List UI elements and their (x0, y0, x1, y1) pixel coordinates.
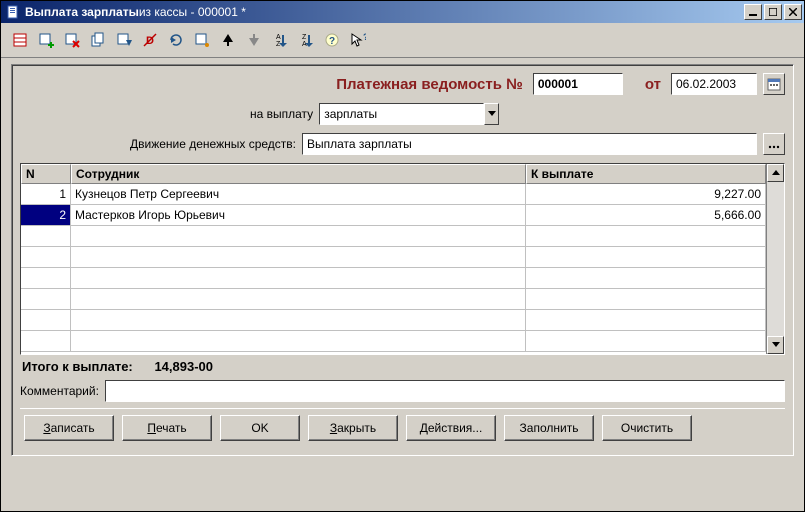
cell-amount: 5,666.00 (526, 205, 766, 226)
cell-employee (71, 331, 526, 352)
cell-n (21, 268, 71, 289)
svg-text:?: ? (363, 32, 366, 42)
close-button[interactable] (784, 4, 802, 20)
fill-button[interactable]: Заполнить (504, 415, 594, 441)
maximize-button[interactable] (764, 4, 782, 20)
print-button[interactable]: Печать (122, 415, 212, 441)
cash-movement-input[interactable] (302, 133, 757, 155)
cell-n: 1 (21, 184, 71, 205)
total-label: Итого к выплате: (22, 359, 133, 374)
cell-employee (71, 268, 526, 289)
svg-text:A: A (276, 34, 281, 41)
help-icon[interactable]: ? (321, 29, 343, 51)
comment-input[interactable] (105, 380, 785, 402)
table-row[interactable] (21, 226, 766, 247)
grid-add-icon[interactable] (35, 29, 57, 51)
clear-button[interactable]: Очистить (602, 415, 692, 441)
cell-n (21, 310, 71, 331)
arrow-up-icon[interactable] (217, 29, 239, 51)
window: Выплата зарплаты из кассы - 000001 * DAZ… (0, 0, 805, 512)
save-button[interactable]: Записать (24, 415, 114, 441)
cell-n (21, 247, 71, 268)
cell-n (21, 331, 71, 352)
table-row[interactable] (21, 289, 766, 310)
chevron-down-icon[interactable] (484, 103, 499, 125)
cell-amount (526, 289, 766, 310)
svg-text:Z: Z (302, 34, 307, 41)
cell-amount (526, 268, 766, 289)
scroll-track[interactable] (767, 182, 784, 336)
cell-employee (71, 310, 526, 331)
actions-button[interactable]: Действия... (406, 415, 496, 441)
cell-amount (526, 310, 766, 331)
mark-delete-icon[interactable]: D (139, 29, 161, 51)
grid-delete-icon[interactable] (61, 29, 83, 51)
svg-text:A: A (302, 41, 307, 48)
cell-n (21, 226, 71, 247)
calendar-button[interactable] (763, 73, 785, 95)
table-row[interactable] (21, 331, 766, 352)
cell-employee: Мастерков Игорь Юрьевич (71, 205, 526, 226)
grid-copy-icon[interactable] (87, 29, 109, 51)
grid-body[interactable]: 1Кузнецов Петр Сергеевич9,227.002Мастерк… (21, 184, 766, 354)
cell-employee: Кузнецов Петр Сергеевич (71, 184, 526, 205)
cell-amount (526, 331, 766, 352)
refresh-icon[interactable] (165, 29, 187, 51)
doc-title-label: Платежная ведомость № (336, 76, 523, 93)
cell-amount (526, 247, 766, 268)
arrow-down-icon[interactable] (243, 29, 265, 51)
grid-move-icon[interactable] (113, 29, 135, 51)
payment-for-label: на выплату (250, 107, 313, 121)
cell-amount (526, 226, 766, 247)
form-panel: Платежная ведомость № от на выплату Движ… (11, 64, 794, 456)
cell-n: 2 (21, 205, 71, 226)
close-form-button[interactable]: Закрыть (308, 415, 398, 441)
payment-type-combo[interactable] (319, 103, 499, 125)
cell-amount: 9,227.00 (526, 184, 766, 205)
svg-text:?: ? (329, 36, 335, 47)
window-title-bold: Выплата зарплаты (25, 5, 139, 19)
col-header-n[interactable]: N (21, 164, 71, 184)
cell-employee (71, 247, 526, 268)
scroll-down-button[interactable] (767, 336, 784, 354)
cell-n (21, 289, 71, 310)
total-value: 14,893-00 (154, 359, 213, 374)
window-title-rest: из кассы - 000001 * (139, 5, 246, 19)
scroll-up-button[interactable] (767, 164, 784, 182)
ellipsis-button[interactable] (763, 133, 785, 155)
minimize-button[interactable] (744, 4, 762, 20)
employee-grid: N Сотрудник К выплате 1Кузнецов Петр Сер… (20, 163, 785, 355)
table-row[interactable] (21, 310, 766, 331)
table-row[interactable] (21, 268, 766, 289)
vertical-scrollbar[interactable] (766, 164, 784, 354)
comment-label: Комментарий: (20, 384, 99, 398)
table-row[interactable]: 1Кузнецов Петр Сергеевич9,227.00 (21, 184, 766, 205)
context-help-icon[interactable]: ? (347, 29, 369, 51)
cell-employee (71, 289, 526, 310)
payment-type-input[interactable] (319, 103, 484, 125)
cash-movement-label: Движение денежных средств: (130, 137, 296, 151)
total-row: Итого к выплате: 14,893-00 (20, 355, 785, 378)
grid-red-icon[interactable] (9, 29, 31, 51)
col-header-employee[interactable]: Сотрудник (71, 164, 526, 184)
table-row[interactable]: 2Мастерков Игорь Юрьевич5,666.00 (21, 205, 766, 226)
svg-text:Z: Z (276, 41, 281, 48)
sort-asc-icon[interactable]: AZ (269, 29, 291, 51)
table-row[interactable] (21, 247, 766, 268)
from-label: от (645, 76, 661, 93)
grid-header: N Сотрудник К выплате (21, 164, 766, 184)
doc-number-input[interactable] (533, 73, 623, 95)
ok-button[interactable]: OK (220, 415, 300, 441)
doc-date-input[interactable] (671, 73, 757, 95)
toolbar: DAZZA?? (1, 23, 804, 58)
edit-row-icon[interactable] (191, 29, 213, 51)
cell-employee (71, 226, 526, 247)
document-icon (5, 4, 21, 20)
button-bar: Записать Печать OK Закрыть Действия... З… (20, 408, 785, 447)
col-header-amount[interactable]: К выплате (526, 164, 766, 184)
content-area: Платежная ведомость № от на выплату Движ… (1, 58, 804, 511)
sort-desc-icon[interactable]: ZA (295, 29, 317, 51)
titlebar: Выплата зарплаты из кассы - 000001 * (1, 1, 804, 23)
